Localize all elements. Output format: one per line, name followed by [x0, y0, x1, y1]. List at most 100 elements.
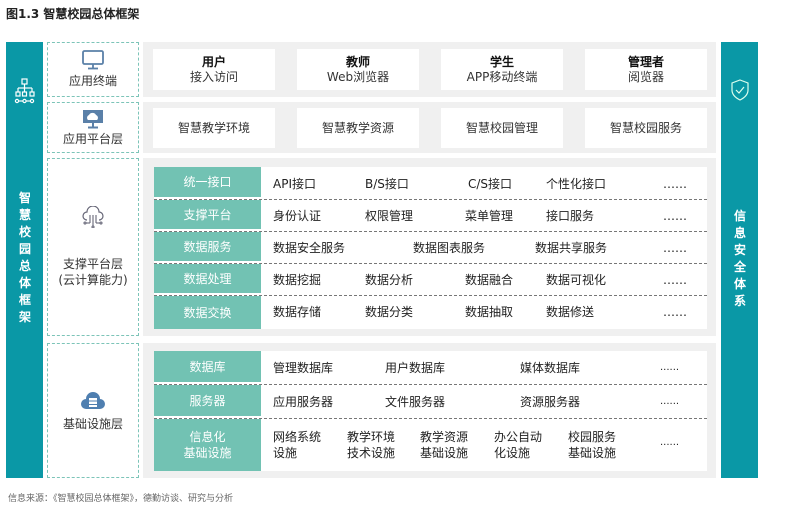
support-table: 统一接口 API接口 B/S接口 C/S接口 个性化接口 …… 支撑平台 身份认证 权限管…: [154, 167, 707, 329]
row-item: 数据安全服务: [273, 241, 346, 255]
item-line: 基础设施: [420, 446, 469, 460]
platform-card: 智慧教学资源: [297, 108, 419, 148]
row-item: 个性化接口: [546, 177, 607, 191]
right-bar: 信息安全体系: [721, 42, 758, 478]
row-item: 应用服务器: [273, 395, 334, 409]
row-item: 数据分类: [365, 305, 414, 319]
left-bar: 智慧校园总体框架: [6, 42, 43, 478]
card-sub: 接入访问: [189, 69, 238, 84]
row-label: 数据库: [154, 351, 261, 384]
card-sub: 阅览器: [627, 69, 664, 84]
table-row: 数据库 管理数据库 用户数据库 媒体数据库......: [154, 351, 707, 385]
row-item: 数据分析: [365, 273, 414, 287]
platform-card: 智慧教学环境: [153, 108, 275, 148]
item-line: 教学环境: [347, 430, 396, 444]
row-item: 管理数据库: [273, 361, 334, 375]
layer-infra-label: 基础设施层: [47, 343, 139, 478]
source-note: 信息来源：《智慧校园总体框架》，德勤访谈、研究与分析: [8, 494, 234, 504]
item-line: 基础设施: [568, 446, 617, 460]
terminal-card: 教师 Web浏览器: [297, 49, 419, 90]
item-line: 办公自动: [494, 430, 543, 444]
card-title: 学生: [489, 54, 514, 69]
row-item: 接口服务: [546, 209, 595, 223]
row-label: 数据交换: [154, 296, 261, 329]
row-item: 教学资源 基础设施: [420, 429, 468, 461]
row-item: ……: [663, 209, 687, 223]
row-item: 数据共享服务: [535, 241, 608, 255]
row-item: 资源服务器: [520, 395, 581, 409]
layer-platform-label: 应用平台层: [47, 102, 139, 153]
row-item: ……: [663, 241, 687, 255]
item-line: 技术设施: [347, 446, 396, 460]
left-bar-label: 智慧校园总体框架: [18, 191, 31, 324]
row-item: ......: [660, 362, 680, 373]
platform-card: 智慧校园管理: [441, 108, 563, 148]
row-item: 菜单管理: [465, 209, 514, 223]
figure-title: 图1.3 智慧校园总体框架: [6, 7, 140, 21]
item-line: 化设施: [494, 446, 531, 460]
layer-terminal-label: 应用终端: [47, 42, 139, 97]
table-row: 服务器 应用服务器 文件服务器 资源服务器......: [154, 385, 707, 419]
table-row: 支撑平台 身份认证 权限管理 菜单管理 接口服务 ……: [154, 200, 707, 232]
table-row: 数据服务 数据安全服务 数据图表服务 数据共享服务 ……: [154, 232, 707, 264]
row-item: 数据挖掘: [273, 273, 322, 287]
terminal-card: 用户 接入访问: [153, 49, 275, 90]
row-item: 权限管理: [365, 209, 414, 223]
terminal-card: 学生 APP移动终端: [441, 49, 563, 90]
table-row: 数据交换 数据存储 数据分类 数据抽取 数据修送 ……: [154, 296, 707, 329]
row-item: ……: [663, 177, 687, 191]
layer-title: 支撑平台层: [62, 257, 123, 271]
table-row: 数据处理 数据挖掘 数据分析 数据融合 数据可视化 ……: [154, 264, 707, 296]
layer-title: 基础设施层: [62, 416, 123, 431]
row-item: 校园服务 基础设施: [568, 429, 616, 461]
row-item: 文件服务器: [385, 395, 446, 409]
item-line: 网络系统: [273, 430, 322, 444]
cloud-server-icon: [81, 391, 105, 409]
right-bar-label: 信息安全体系: [733, 209, 746, 308]
item-line: 校园服务: [568, 430, 617, 444]
network-icon: [14, 78, 35, 104]
row-item: 教学环境 技术设施: [347, 429, 395, 461]
row-item: ……: [663, 305, 687, 319]
infra-table: 数据库 管理数据库 用户数据库 媒体数据库...... 服务器 应用服务器 文件服务器…: [154, 351, 707, 471]
cloud-compute-icon: [82, 206, 104, 228]
card-title: 管理者: [627, 54, 664, 69]
table-row: 统一接口 API接口 B/S接口 C/S接口 个性化接口 ……: [154, 167, 707, 200]
row-item: API接口: [273, 177, 316, 191]
shield-check-icon: [731, 79, 749, 101]
row-item: 数据可视化: [546, 273, 607, 287]
row-item: ......: [660, 437, 680, 448]
card-title: 教师: [345, 54, 370, 69]
terminal-card: 管理者 阅览器: [585, 49, 707, 90]
row-label: 数据服务: [154, 232, 261, 263]
row-item: ......: [660, 396, 680, 407]
row-label: 支撑平台: [154, 200, 261, 231]
row-item: 网络系统 设施: [273, 429, 321, 461]
layer-title: 应用平台层: [62, 131, 123, 146]
row-label: 服务器: [154, 385, 261, 418]
row-item: 媒体数据库: [520, 361, 581, 375]
row-label: 统一接口: [154, 167, 261, 199]
layer-title: 应用终端: [68, 74, 117, 88]
row-item: ……: [663, 273, 687, 287]
table-row: 信息化基础设施 网络系统设施 教学环境技术设施 教学资源基础设施 办公自动化设施…: [154, 419, 707, 471]
row-item: 办公自动 化设施: [494, 429, 542, 461]
item-line: 教学资源: [420, 430, 469, 444]
row-label-line: 基础设施: [183, 446, 232, 460]
row-item: 身份认证: [273, 209, 322, 223]
monitor-icon: [82, 50, 104, 70]
row-label: 信息化 基础设施: [154, 419, 261, 471]
row-item: B/S接口: [365, 177, 409, 191]
row-label: 数据处理: [154, 264, 261, 295]
card-title: 用户: [201, 54, 226, 69]
platform-card: 智慧校园服务: [585, 108, 707, 148]
item-line: 设施: [273, 446, 298, 460]
row-item: 数据抽取: [465, 305, 514, 319]
row-label-line: 信息化: [189, 430, 226, 444]
row-item: 数据融合: [465, 273, 514, 287]
row-item: 数据修送: [546, 305, 595, 319]
card-sub: Web浏览器: [326, 69, 390, 84]
layer-subtitle: (云计算能力): [58, 273, 128, 287]
row-item: 数据图表服务: [413, 241, 486, 255]
row-item: 数据存储: [273, 305, 322, 319]
